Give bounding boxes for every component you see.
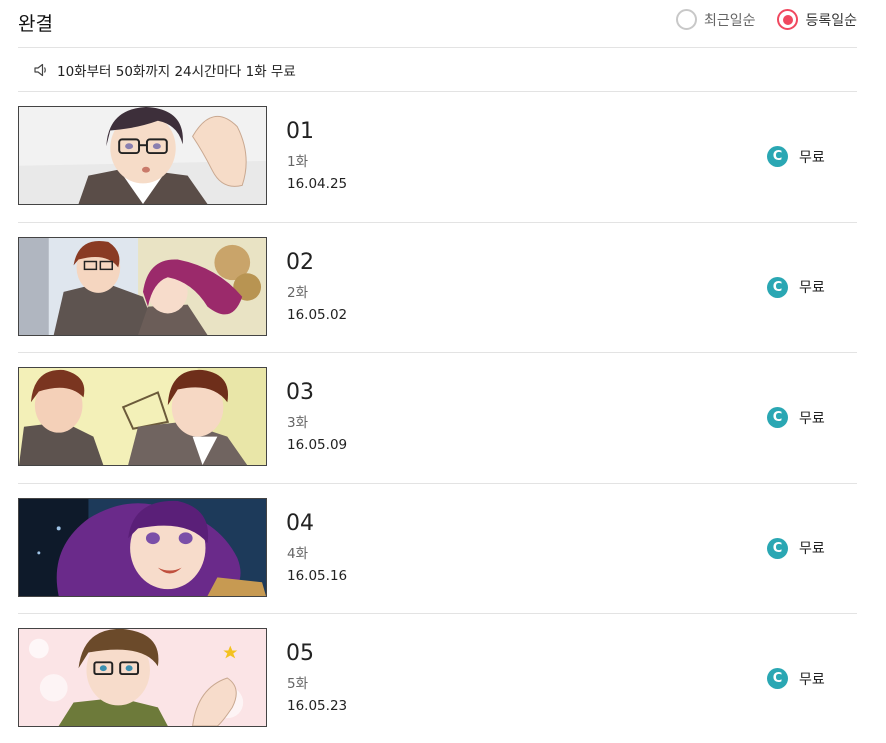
episode-date: 16.05.23 (287, 698, 348, 714)
sort-options: 최근일순 등록일순 (654, 9, 857, 30)
episode-date: 16.05.02 (287, 306, 348, 323)
episode-number: 02 (286, 249, 314, 275)
episode-item[interactable]: 04 4화 16.05.16 C 무료 (18, 484, 857, 614)
episode-title: 2화 (287, 284, 309, 301)
sort-option-label: 등록일순 (805, 12, 857, 29)
price-label: 무료 (799, 671, 825, 688)
episode-item[interactable]: 02 2화 16.05.02 C 무료 (18, 223, 857, 353)
price-badge: C 무료 (767, 537, 825, 559)
coin-icon: C (767, 146, 788, 167)
price-label: 무료 (799, 149, 825, 166)
price-label: 무료 (799, 410, 825, 427)
episode-thumbnail[interactable] (18, 367, 267, 466)
episode-thumbnail[interactable] (18, 628, 267, 727)
episode-item[interactable]: 01 1화 16.04.25 C 무료 (18, 92, 857, 223)
price-badge: C 무료 (767, 668, 825, 689)
coin-icon: C (767, 407, 788, 428)
coin-icon: C (767, 668, 788, 689)
episode-title: 5화 (287, 676, 309, 692)
episode-number: 03 (286, 380, 314, 405)
episode-title: 4화 (287, 545, 309, 562)
radio-unchecked-icon[interactable] (675, 9, 697, 30)
speaker-icon (34, 63, 46, 76)
episode-title: 1화 (287, 154, 309, 170)
episode-item[interactable]: 03 3화 16.05.09 C 무료 (18, 353, 857, 484)
header: 완결 최근일순 등록일순 (18, 0, 857, 48)
episode-item[interactable]: 05 5화 16.05.23 C 무료 (18, 614, 857, 743)
episode-number: 04 (286, 510, 314, 536)
price-label: 무료 (799, 280, 825, 296)
episode-date: 16.04.25 (287, 176, 348, 192)
price-badge: C 무료 (767, 276, 825, 298)
episode-thumbnail[interactable] (18, 236, 267, 336)
notice-bar: 10화부터 50화까지 24시간마다 1화 무료 (18, 48, 857, 92)
episode-thumbnail[interactable] (18, 106, 267, 205)
coin-icon: C (767, 276, 788, 298)
sort-option-registered[interactable]: 등록일순 (777, 9, 857, 30)
episode-number: 01 (286, 119, 314, 144)
coin-icon: C (767, 537, 788, 559)
episode-number: 05 (286, 641, 314, 666)
sort-option-label: 최근일순 (703, 12, 756, 29)
episode-date: 16.05.16 (287, 567, 348, 584)
sort-option-recent[interactable]: 최근일순 (675, 9, 756, 30)
episode-title: 3화 (287, 415, 309, 431)
page-title: 완결 (18, 13, 53, 35)
radio-checked-icon[interactable] (777, 9, 799, 30)
price-badge: C 무료 (767, 407, 825, 428)
episode-date: 16.05.09 (287, 437, 348, 453)
price-badge: C 무료 (767, 146, 825, 167)
price-label: 무료 (799, 541, 825, 557)
episode-thumbnail[interactable] (18, 497, 267, 597)
episode-list: 01 1화 16.04.25 C 무료 02 2화 16.05.02 C 무료 … (18, 92, 857, 743)
notice-text: 10화부터 50화까지 24시간마다 1화 무료 (57, 63, 296, 80)
